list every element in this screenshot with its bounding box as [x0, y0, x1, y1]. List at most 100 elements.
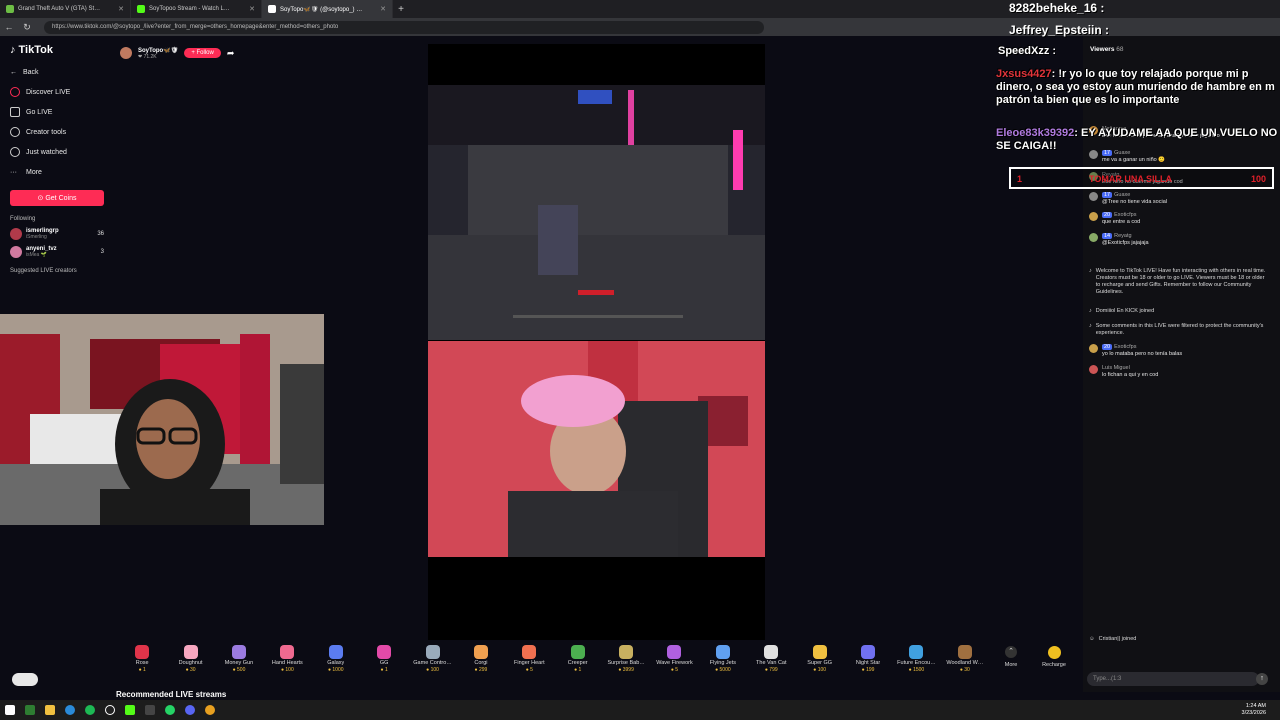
recharge-button[interactable]: Recharge [1038, 646, 1070, 668]
taskbar-app[interactable] [40, 703, 60, 717]
gift-item[interactable]: The Van Cat ● 799 [747, 642, 795, 673]
level-badge: 17 [1102, 150, 1113, 156]
chat-user[interactable]: Luis Miguel [1102, 365, 1158, 372]
more-gifts-button[interactable]: ⌃ More [998, 646, 1024, 668]
gift-item[interactable]: Rose ● 1 [118, 642, 166, 673]
more-dots-icon: ··· [10, 168, 17, 176]
sidebar-item-just-watched[interactable]: Just watched [10, 142, 104, 162]
sidebar-item-discover-live[interactable]: Discover LIVE [10, 82, 104, 102]
spotify-icon [85, 705, 95, 715]
taskbar-app[interactable] [120, 703, 140, 717]
gift-price: ● 1000 [327, 667, 344, 673]
chat-input[interactable]: Type...(1:3 [1087, 672, 1259, 686]
browser-tab[interactable]: Grand Theft Auto V (GTA) St… ✕ [0, 0, 131, 18]
close-icon[interactable]: ✕ [249, 5, 255, 13]
tiktok-logo[interactable]: ♪ TikTok [10, 44, 104, 56]
obs-icon [105, 705, 115, 715]
start-button[interactable] [0, 703, 20, 717]
avatar [1089, 365, 1098, 374]
gift-price: ● 199 [861, 667, 875, 673]
chat-user[interactable]: Matigame [1102, 126, 1220, 133]
following-item[interactable]: anyeni_tvz isMea 🌱 3 [10, 246, 104, 258]
gift-item[interactable]: Creeper ● 1 [554, 642, 602, 673]
following-sub: iSmerling [26, 234, 47, 240]
autoscroll-toggle[interactable] [12, 673, 38, 686]
gift-item[interactable]: Night Star ● 199 [844, 642, 892, 673]
taskbar-app[interactable] [200, 703, 220, 717]
gift-icon [619, 645, 634, 659]
back-link[interactable]: ← Back [10, 62, 104, 82]
join-message: ♪ Domiiiol En KICK joined [1089, 308, 1269, 315]
taskbar-app[interactable] [100, 703, 120, 717]
viewers-header[interactable]: Viewers 68 [1090, 46, 1124, 53]
host-avatar[interactable] [120, 47, 132, 59]
browser-tab-active[interactable]: SoyTopo🦋🛡 (@soytopo_) … ✕ [262, 0, 393, 18]
webcam-scene [0, 314, 324, 525]
chat-message: Matigame Ese niño a lo mejor se la pasa 2… [1089, 126, 1269, 140]
sidebar-item-creator-tools[interactable]: Creator tools [10, 122, 104, 142]
taskbar-app[interactable] [20, 703, 40, 717]
gift-item[interactable]: Future Encou… ● 1500 [892, 642, 940, 673]
join-text: Domiiiol En KICK joined [1095, 308, 1155, 314]
gift-item[interactable]: Finger Heart ● 5 [505, 642, 553, 673]
following-count: 3 [100, 249, 104, 255]
overlay-chat-line: SpeedXzz : [998, 45, 1057, 57]
gift-item[interactable]: Game Contro… ● 100 [408, 642, 456, 673]
gift-item[interactable]: Galaxy ● 1000 [312, 642, 360, 673]
close-icon[interactable]: ✕ [380, 5, 386, 13]
shield-icon: ♪ [1089, 323, 1092, 329]
browser-tab[interactable]: SoyTopoo Stream - Watch L… ✕ [131, 0, 262, 18]
new-tab-button[interactable]: + [393, 4, 409, 15]
back-label: Back [23, 68, 39, 76]
gift-item[interactable]: Corgi ● 299 [457, 642, 505, 673]
gift-item[interactable]: Woodland W… ● 30 [941, 642, 989, 673]
overlay-chat-line: Jeffrey_Epsteiin : [1009, 23, 1110, 37]
level-badge: 20 [1102, 344, 1113, 350]
taskbar-app[interactable] [180, 703, 200, 717]
taskbar-app[interactable] [160, 703, 180, 717]
sidebar-item-go-live[interactable]: Go LIVE [10, 102, 104, 122]
chat-user[interactable]: Reyatg [1114, 233, 1131, 239]
gift-item[interactable]: Surprise Bab… ● 3999 [602, 642, 650, 673]
gift-item[interactable]: Super GG ● 100 [795, 642, 843, 673]
chat-message: 20 Exoticfps yo lo mataba pero no tenía ba… [1089, 344, 1269, 358]
gift-icon [570, 645, 585, 659]
get-coins-button[interactable]: ⊙ Get Coins [10, 190, 104, 206]
following-item[interactable]: ismerlingrp iSmerling 36 [10, 228, 104, 240]
following-heading: Following [10, 216, 36, 222]
gift-item[interactable]: Money Gun ● 500 [215, 642, 263, 673]
gift-item[interactable]: Wave Firework ● 5 [650, 642, 698, 673]
edge-icon [65, 705, 75, 715]
sidebar-item-more[interactable]: ··· More [10, 162, 104, 182]
reload-icon[interactable]: ↻ [18, 22, 36, 33]
gift-name: Game Contro… [413, 660, 452, 666]
gift-item[interactable]: GG ● 1 [360, 642, 408, 673]
back-arrow-icon[interactable]: ← [0, 22, 18, 32]
chat-user[interactable]: Guaxe [1114, 192, 1130, 198]
gift-icon [425, 645, 440, 659]
host-name[interactable]: SoyTopo🦋🛡 [138, 47, 178, 54]
gift-price: ● 100 [426, 667, 439, 673]
goal-left: 1 [1017, 174, 1023, 184]
share-icon[interactable]: ➦ [227, 48, 235, 59]
join-text: Cristian|| joined [1098, 636, 1137, 642]
chat-user[interactable]: Guaxe [1114, 150, 1130, 156]
taskbar-app[interactable] [140, 703, 160, 717]
gift-item[interactable]: Flying Jets ● 5000 [699, 642, 747, 673]
chat-user[interactable]: Exoticfps [1114, 212, 1136, 218]
system-clock[interactable]: 1:24 AM 3/23/2026 [1242, 703, 1266, 717]
sidebar: ♪ TikTok ← Back Discover LIVE Go LIVE Crea… [0, 36, 114, 312]
taskbar-app[interactable] [80, 703, 100, 717]
chat-user[interactable]: Exoticfps [1114, 344, 1136, 350]
gift-name: Super GG [807, 660, 833, 666]
send-icon[interactable]: ↑ [1256, 673, 1268, 685]
gift-price: ● 5 [525, 667, 533, 673]
follow-button[interactable]: + Follow [184, 48, 221, 58]
taskbar-app[interactable] [60, 703, 80, 717]
url-input[interactable]: https://www.tiktok.com/@soytopo_/live?en… [44, 20, 764, 34]
close-icon[interactable]: ✕ [118, 5, 124, 13]
gift-item[interactable]: Doughnut ● 30 [166, 642, 214, 673]
tiktok-note-icon: ♪ [10, 44, 16, 56]
welcome-message: ♪ Welcome to TikTok LIVE! Have fun intera… [1089, 268, 1269, 296]
gift-item[interactable]: Hand Hearts ● 100 [263, 642, 311, 673]
